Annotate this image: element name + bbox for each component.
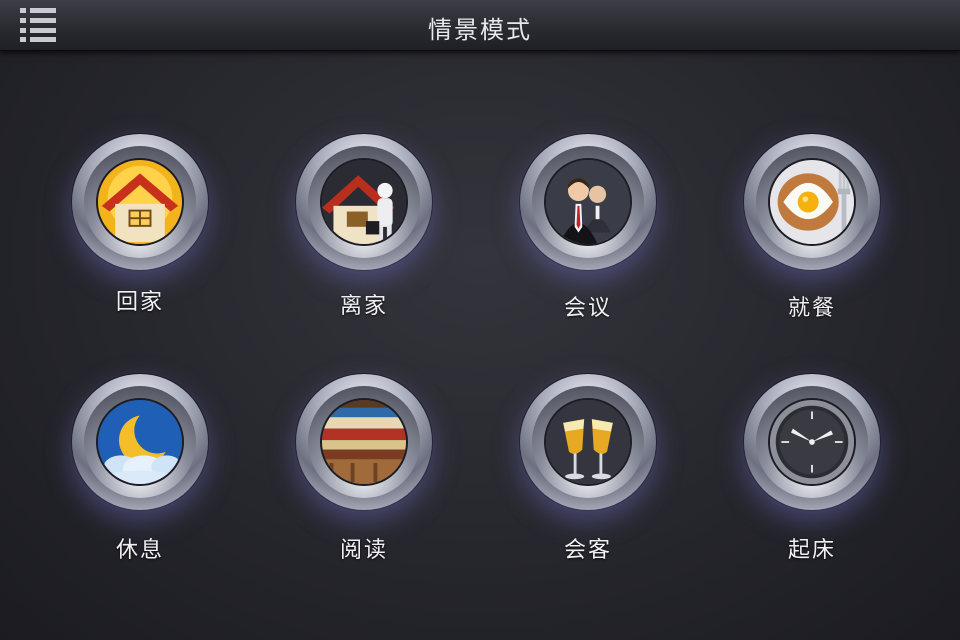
scene-dining-button[interactable]: 就餐 xyxy=(700,134,924,364)
leave-home-icon xyxy=(320,158,408,246)
scene-home-button[interactable]: 回家 xyxy=(28,134,252,364)
scene-label: 会议 xyxy=(563,296,612,321)
breakfast-plate-icon xyxy=(768,158,856,246)
champagne-glasses-icon xyxy=(544,398,632,486)
scene-dial xyxy=(296,374,432,510)
scene-guest-button[interactable]: 会客 xyxy=(476,374,700,604)
scene-dial xyxy=(72,374,208,510)
scene-dial xyxy=(744,134,880,270)
scene-dial xyxy=(520,134,656,270)
scene-label: 离家 xyxy=(339,294,388,319)
scene-dial xyxy=(296,134,432,270)
scene-dial xyxy=(72,134,208,270)
moon-clouds-icon xyxy=(96,398,184,486)
page-title: 情景模式 xyxy=(428,16,532,44)
scene-label: 阅读 xyxy=(339,538,388,563)
scene-label: 就餐 xyxy=(787,296,836,321)
books-icon xyxy=(320,398,408,486)
scene-meeting-button[interactable]: 会议 xyxy=(476,134,700,364)
alarm-clock-icon xyxy=(768,398,856,486)
scene-leave-button[interactable]: 离家 xyxy=(252,134,476,364)
scene-label: 起床 xyxy=(787,538,836,563)
top-bar: 情景模式 xyxy=(0,0,960,51)
meeting-people-icon xyxy=(544,158,632,246)
home-icon xyxy=(96,158,184,246)
scene-reading-button[interactable]: 阅读 xyxy=(252,374,476,604)
scene-label: 回家 xyxy=(115,290,164,315)
scene-label: 休息 xyxy=(115,538,164,563)
scene-dial xyxy=(744,374,880,510)
scene-rest-button[interactable]: 休息 xyxy=(28,374,252,604)
scene-label: 会客 xyxy=(563,538,612,563)
scene-dial xyxy=(520,374,656,510)
scene-wakeup-button[interactable]: 起床 xyxy=(700,374,924,604)
